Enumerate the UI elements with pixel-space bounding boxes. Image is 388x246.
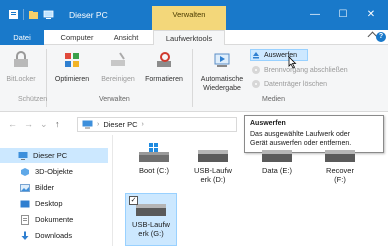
autoplay-button[interactable]: Automatische Wiedergabe xyxy=(196,50,248,93)
nav-item-3d-objects[interactable]: 3D-Objekte xyxy=(20,164,73,179)
drive-label-line1: Recover xyxy=(326,166,354,175)
drive-label: Data (E:) xyxy=(261,166,292,175)
tab-drive-tools[interactable]: Laufwerktools xyxy=(153,30,225,46)
nav-item-label: Bilder xyxy=(35,183,55,192)
maximize-button[interactable]: ☐ xyxy=(331,6,355,24)
drive-icon xyxy=(262,150,292,162)
cleanup-button[interactable]: Bereinigen xyxy=(96,50,140,84)
finish-burning-button[interactable]: Brennvorgang abschließen xyxy=(251,64,361,76)
drive-icon xyxy=(325,150,355,162)
quick-access-toolbar xyxy=(8,9,54,20)
tab-file[interactable]: Datei xyxy=(0,30,44,45)
group-label-protect: Schützen xyxy=(18,96,48,103)
nav-item-label: Downloads xyxy=(35,231,73,240)
tooltip-text-line1: Das ausgewählte Laufwerk oder xyxy=(250,131,351,138)
pc-icon xyxy=(18,151,28,160)
cleanup-label: Bereinigen xyxy=(101,76,135,83)
pc-icon xyxy=(43,10,54,19)
drive-label-line1: USB-Laufw xyxy=(194,166,232,175)
breadcrumb-chevron-icon[interactable]: › xyxy=(142,121,144,128)
drive-boot-c[interactable]: Boot (C:) xyxy=(128,142,180,175)
address-path: Dieser PC xyxy=(103,120,138,129)
properties-icon[interactable] xyxy=(8,9,19,20)
autoplay-label-line2: Wiedergabe xyxy=(203,85,241,92)
3d-objects-icon xyxy=(21,167,29,176)
qat-separator xyxy=(23,9,24,20)
drive-usb-d[interactable]: USB-Laufw erk (D:) xyxy=(187,142,239,184)
breadcrumb-chevron-icon[interactable]: › xyxy=(97,121,99,128)
nav-item-this-pc[interactable]: Dieser PC xyxy=(0,148,108,163)
downloads-icon xyxy=(21,231,29,240)
drive-label-line2: erk (D:) xyxy=(200,175,226,184)
nav-item-desktop[interactable]: Desktop xyxy=(20,196,63,211)
group-separator xyxy=(192,49,193,107)
nav-item-downloads[interactable]: Downloads xyxy=(20,228,72,243)
address-bar[interactable]: › Dieser PC › xyxy=(77,117,237,132)
tooltip-title: Auswerfen xyxy=(250,120,286,127)
drive-label-line2: (F:) xyxy=(334,175,346,184)
recent-dropdown-icon[interactable]: ⌄ xyxy=(40,119,48,130)
nav-item-pictures[interactable]: Bilder xyxy=(20,180,54,195)
context-tab-header: Verwalten xyxy=(152,6,226,30)
finish-burning-label: Brennvorgang abschließen xyxy=(264,66,348,74)
usb-drive-icon xyxy=(136,204,166,216)
group-label-media: Medien xyxy=(262,96,285,103)
pictures-icon xyxy=(20,183,30,192)
tab-view[interactable]: Ansicht xyxy=(106,30,146,45)
drive-label: Boot (C:) xyxy=(138,166,169,175)
navigation-pane: Dieser PC 3D-Objekte Bilder Desktop Doku… xyxy=(0,140,112,246)
autoplay-icon xyxy=(214,53,230,67)
drive-label-line2: erk (G:) xyxy=(138,229,164,238)
autoplay-label-line1: Automatische xyxy=(200,76,244,83)
close-button[interactable]: ✕ xyxy=(359,6,383,24)
optimize-button[interactable]: Optimieren xyxy=(52,50,92,84)
documents-icon xyxy=(21,214,29,225)
ribbon: BitLocker Optimieren Bereinigen Formatie… xyxy=(0,45,388,112)
usb-drive-icon xyxy=(198,150,228,162)
format-button[interactable]: Formatieren xyxy=(141,50,187,84)
minimize-button[interactable]: — xyxy=(303,6,327,24)
cleanup-icon xyxy=(111,52,125,66)
tab-computer[interactable]: Computer xyxy=(54,30,100,45)
drive-data-e[interactable]: Data (E:) xyxy=(251,142,303,175)
drive-usb-g[interactable]: ✓ USB-Laufw erk (G:) xyxy=(125,193,177,246)
ribbon-tab-bar: Datei Computer Ansicht Laufwerktools ? xyxy=(0,30,388,46)
bitlocker-icon xyxy=(14,51,28,67)
nav-item-label: Desktop xyxy=(35,199,63,208)
nav-item-label: Dokumente xyxy=(35,215,74,224)
pane-divider xyxy=(112,135,113,246)
drive-recover-f[interactable]: Recover (F:) xyxy=(314,142,366,184)
drive-label-line1: USB-Laufw xyxy=(132,220,170,229)
eject-button[interactable]: Auswerfen xyxy=(250,49,308,61)
pc-icon xyxy=(82,120,93,129)
bitlocker-label: BitLocker xyxy=(6,76,36,83)
group-label-manage: Verwalten xyxy=(99,96,130,103)
format-label: Formatieren xyxy=(145,76,183,83)
erase-disc-icon xyxy=(252,80,260,88)
optimize-icon xyxy=(65,53,79,67)
format-icon xyxy=(157,52,171,67)
nav-item-label: 3D-Objekte xyxy=(35,167,73,176)
up-arrow-icon[interactable]: ↑ xyxy=(55,119,60,129)
desktop-icon xyxy=(20,200,30,207)
erase-disc-label: Datenträger löschen xyxy=(264,80,328,88)
back-arrow-icon[interactable]: ← xyxy=(8,119,17,129)
window-title: Dieser PC xyxy=(69,10,108,20)
bitlocker-button[interactable]: BitLocker xyxy=(4,50,38,84)
windows-drive-icon xyxy=(139,143,169,162)
new-folder-icon[interactable] xyxy=(28,9,39,20)
optimize-label: Optimieren xyxy=(54,76,90,83)
title-bar: Dieser PC Verwalten — ☐ ✕ xyxy=(0,0,388,30)
nav-item-label: Dieser PC xyxy=(33,151,68,160)
help-icon[interactable]: ? xyxy=(376,32,386,42)
nav-item-documents[interactable]: Dokumente xyxy=(20,212,73,227)
forward-arrow-icon[interactable]: → xyxy=(24,119,33,129)
eject-icon xyxy=(253,52,259,59)
erase-disc-button[interactable]: Datenträger löschen xyxy=(251,78,341,90)
burn-disc-icon xyxy=(252,66,260,74)
selection-checkbox[interactable]: ✓ xyxy=(129,196,138,205)
